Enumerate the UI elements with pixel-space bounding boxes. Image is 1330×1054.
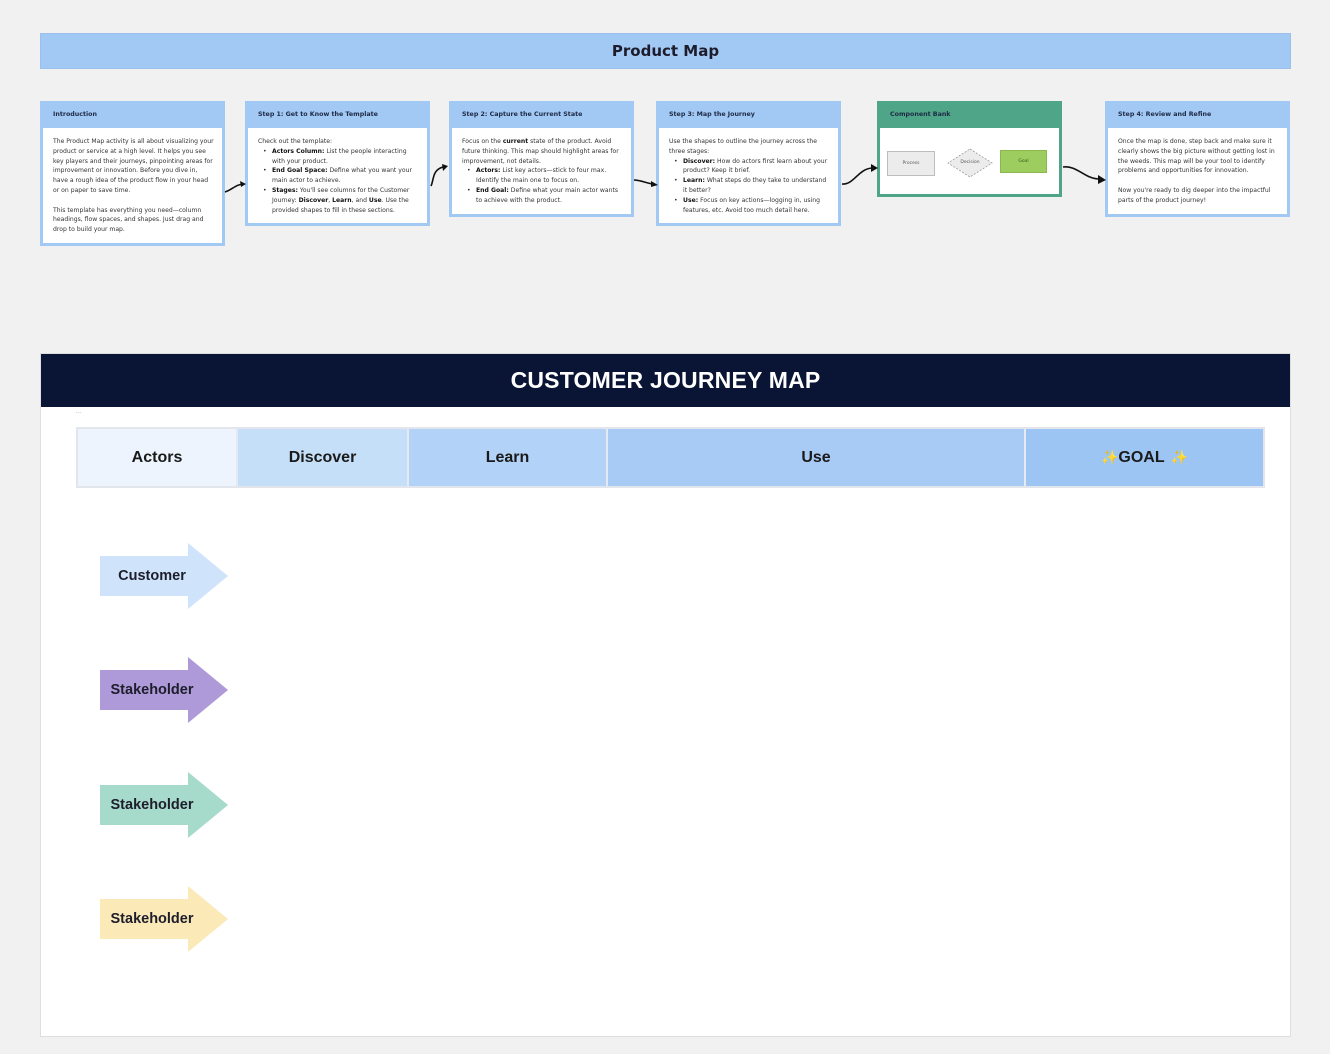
bullet-bold: Discover (298, 196, 329, 204)
bullet-bold: Actors Column: (272, 147, 325, 155)
actor-label: Stakeholder (110, 911, 194, 927)
card-bullet-list: Discover: How do actors first learn abou… (669, 157, 830, 216)
bullet-text: , and (351, 196, 369, 204)
bullet-actors-column: Actors Column: List the people interacti… (263, 147, 419, 167)
connector-arrow-icon[interactable] (840, 163, 880, 187)
goal-shape[interactable]: Goal (1000, 150, 1047, 173)
actor-stakeholder-1[interactable]: Stakeholder (100, 657, 229, 723)
card-title: Step 1: Get to Know the Template (258, 111, 378, 118)
connector-arrow-icon[interactable] (429, 164, 451, 188)
card-step-1[interactable]: Step 1: Get to Know the Template Check o… (245, 101, 430, 227)
card-paragraph: This template has everything you need—co… (53, 206, 204, 234)
card-step-4[interactable]: Step 4: Review and Refine Once the map i… (1105, 101, 1290, 217)
stage-header-discover[interactable]: Discover (238, 429, 409, 486)
card-step-2[interactable]: Step 2: Capture the Current State Focus … (449, 101, 634, 217)
ellipsis-marker: ... (76, 409, 82, 415)
card-paragraph: Now you're ready to dig deeper into the … (1118, 186, 1271, 204)
bullet-bold: Use (368, 196, 382, 204)
customer-journey-map: CUSTOMER JOURNEY MAP ... Actors Discover… (40, 353, 1291, 1037)
card-title: Step 4: Review and Refine (1118, 111, 1212, 118)
bullet-bold: Discover: (683, 157, 716, 165)
card-body: Once the map is done, step back and make… (1108, 128, 1287, 214)
stage-header-goal[interactable]: ✨ GOAL ✨ (1026, 429, 1263, 486)
card-title: Step 3: Map the Journey (669, 111, 755, 118)
stage-header-use[interactable]: Use (608, 429, 1026, 486)
bullet-use: Use: Focus on key actions—logging in, us… (674, 196, 830, 216)
card-title: Introduction (53, 111, 97, 118)
card-intro: Use the shapes to outline the journey ac… (669, 138, 817, 155)
bullet-bold: Actors: (476, 167, 501, 175)
actor-label: Stakeholder (110, 682, 194, 698)
card-title: Step 2: Capture the Current State (462, 111, 583, 118)
bullet-learn: Learn: What steps do they take to unders… (674, 176, 830, 196)
product-map-title: Product Map (40, 33, 1291, 69)
card-paragraph: The Product Map activity is all about vi… (53, 138, 214, 194)
card-body: Check out the template: Actors Column: L… (248, 128, 427, 224)
bullet-actors: Actors: List key actors—stick to four ma… (467, 166, 623, 186)
card-component-bank[interactable]: Component Bank Process Decision Goal (877, 101, 1062, 197)
bullet-bold: End Goal Space: (272, 167, 328, 175)
card-body: The Product Map activity is all about vi… (43, 128, 222, 243)
card-body: Focus on the current state of the produc… (452, 128, 631, 214)
card-intro: Focus on the current state of the produc… (462, 137, 623, 166)
stage-header-learn[interactable]: Learn (409, 429, 608, 486)
card-step-3[interactable]: Step 3: Map the Journey Use the shapes t… (656, 101, 841, 227)
bullet-bold: Use: (683, 196, 699, 204)
card-body: Use the shapes to outline the journey ac… (659, 128, 838, 224)
card-bullet-list: Actors Column: List the people interacti… (258, 147, 419, 216)
card-introduction[interactable]: Introduction The Product Map activity is… (40, 101, 225, 246)
journey-map-title: CUSTOMER JOURNEY MAP (41, 354, 1290, 407)
bullet-bold: End Goal: (476, 186, 509, 194)
process-shape[interactable]: Process (887, 151, 935, 176)
bullet-text: What steps do they take to understand it… (683, 177, 827, 194)
decision-label: Decision (960, 160, 980, 166)
actor-customer[interactable]: Customer (100, 543, 229, 609)
bullet-bold: Stages: (272, 186, 298, 194)
bullet-bold: Learn (332, 196, 352, 204)
sparkle-icon: ✨ (1170, 449, 1189, 465)
actor-stakeholder-3[interactable]: Stakeholder (100, 886, 229, 952)
connector-arrow-icon[interactable] (633, 176, 659, 190)
sparkle-icon: ✨ (1100, 449, 1119, 465)
bullet-text: Focus on key actions—logging in, using f… (683, 196, 820, 214)
bullet-stages: Stages: You'll see columns for the Custo… (263, 186, 419, 215)
intro-text: Focus on the (462, 138, 503, 145)
card-title: Component Bank (890, 111, 951, 118)
bullet-end-goal-space: End Goal Space: Define what you want you… (263, 166, 419, 186)
stage-header-actors[interactable]: Actors (78, 429, 238, 486)
bullet-discover: Discover: How do actors first learn abou… (674, 157, 830, 177)
goal-label: GOAL (1118, 448, 1165, 466)
intro-bold: current (502, 138, 529, 145)
bullet-bold: Learn: (683, 177, 705, 185)
connector-arrow-icon[interactable] (224, 178, 248, 194)
bullet-end-goal: End Goal: Define what your main actor wa… (467, 186, 623, 206)
component-bank-body: Process Decision Goal (880, 128, 1059, 194)
actor-label: Customer (118, 568, 186, 584)
decision-shape[interactable]: Decision (947, 148, 993, 178)
actor-label: Stakeholder (110, 797, 194, 813)
card-intro: Check out the template: (258, 138, 333, 145)
card-bullet-list: Actors: List key actors—stick to four ma… (462, 166, 623, 205)
connector-arrow-icon[interactable] (1061, 163, 1107, 187)
card-paragraph: Once the map is done, step back and make… (1118, 138, 1275, 175)
stage-header-row: Actors Discover Learn Use ✨ GOAL ✨ (76, 427, 1265, 488)
actor-stakeholder-2[interactable]: Stakeholder (100, 772, 229, 838)
